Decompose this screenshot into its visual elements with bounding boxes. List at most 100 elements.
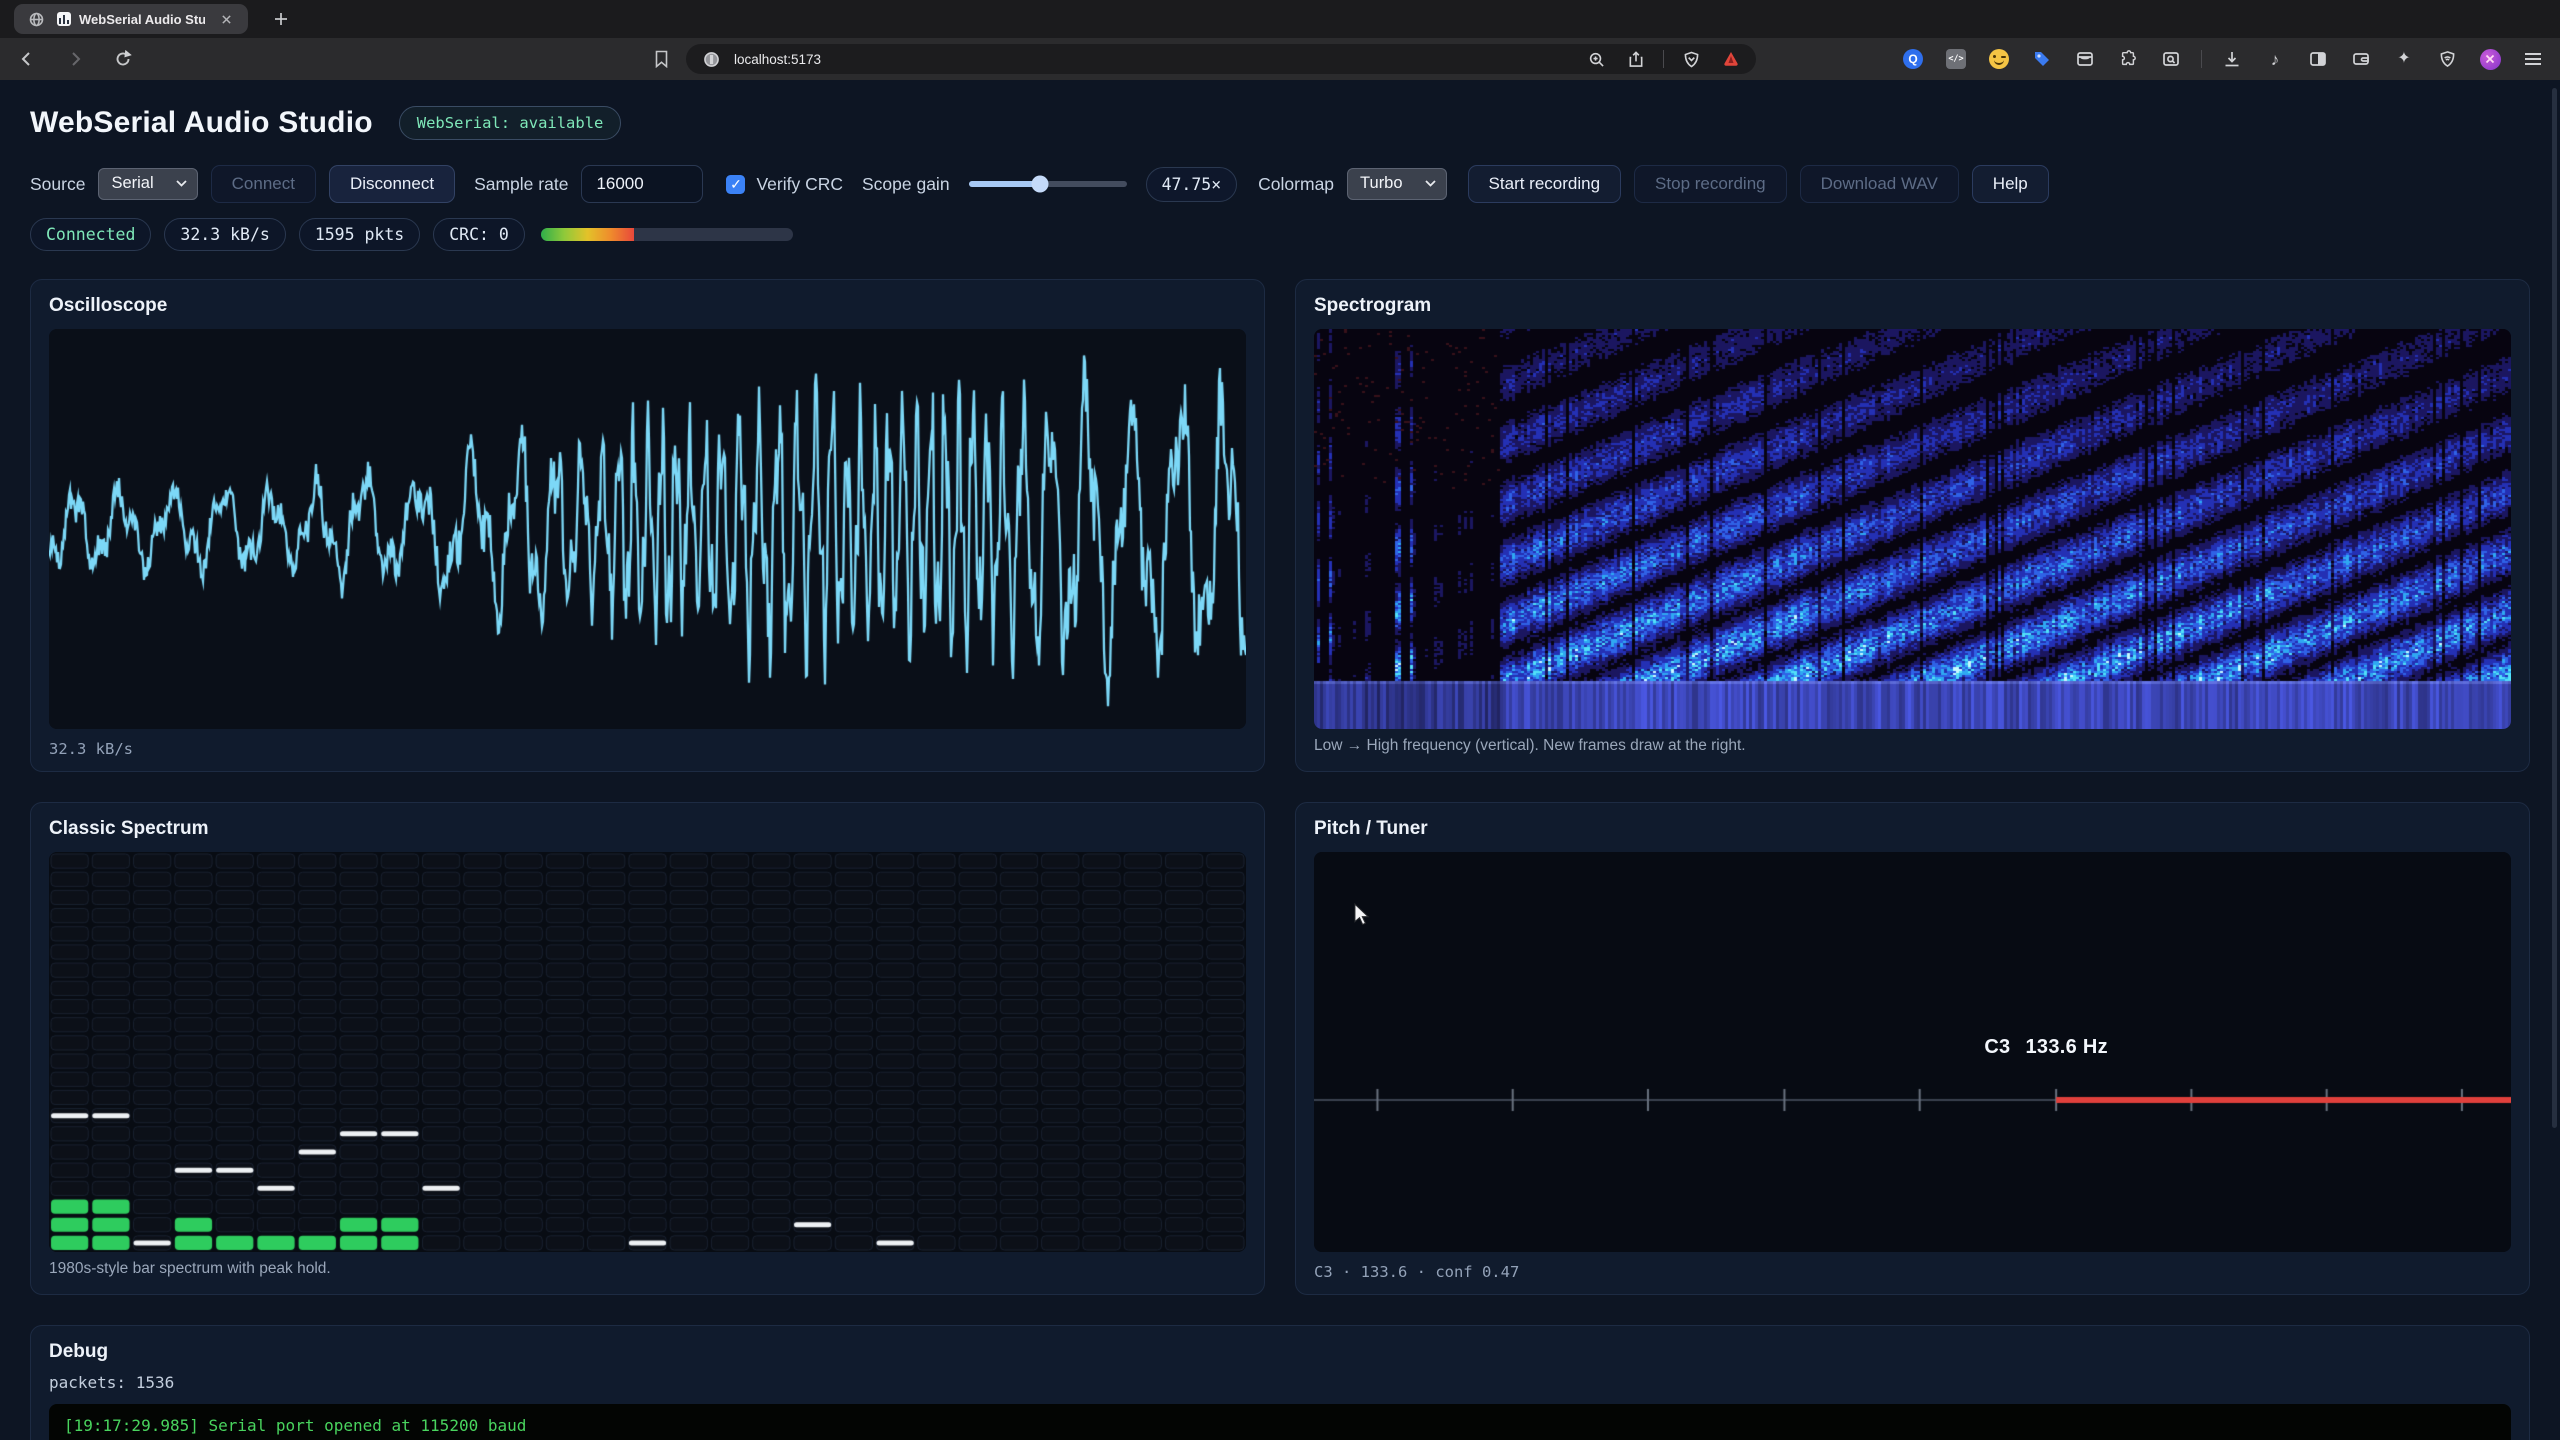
- tab-title: WebSerial Audio Studio: [79, 12, 205, 27]
- crc-badge: CRC: 0: [433, 218, 525, 251]
- menu-icon[interactable]: [2520, 46, 2546, 72]
- pitch-tuner-canvas: [1314, 852, 2511, 1252]
- debug-title: Debug: [49, 1341, 2511, 1363]
- browser-chrome: WebSerial Audio Studio: [0, 0, 2560, 80]
- wallet-icon[interactable]: [2348, 46, 2374, 72]
- scope-gain-value: 47.75×: [1146, 167, 1238, 202]
- brave-rewards-icon[interactable]: [1718, 46, 1744, 72]
- downloads-icon[interactable]: [2219, 46, 2245, 72]
- spectrogram-caption: Low → High frequency (vertical). New fra…: [1314, 737, 2511, 755]
- buffer-meter-fill: [541, 228, 634, 241]
- extensions-strip: Q </> ♪: [1900, 46, 2546, 72]
- sample-rate-input[interactable]: [581, 165, 703, 203]
- spectrogram-canvas-wrap: [1314, 329, 2511, 729]
- zoom-icon[interactable]: [1583, 46, 1609, 72]
- controls-toolbar: Source Serial Connect Disconnect Sample …: [30, 165, 2530, 203]
- spectrogram-title: Spectrogram: [1314, 295, 2511, 317]
- vpn-shield-icon[interactable]: [2434, 46, 2460, 72]
- oscilloscope-title: Oscilloscope: [49, 295, 1246, 317]
- code-extension-icon[interactable]: </>: [1943, 46, 1969, 72]
- scope-gain-label: Scope gain: [862, 174, 950, 195]
- page-scrollbar[interactable]: [2552, 88, 2557, 1128]
- new-tab-icon[interactable]: [268, 6, 294, 32]
- extension-q-icon[interactable]: Q: [1900, 46, 1926, 72]
- classic-spectrum-canvas: [49, 852, 1246, 1252]
- help-button[interactable]: Help: [1972, 165, 2049, 203]
- buffer-meter: [541, 228, 793, 241]
- tuner-note: C3: [1984, 1036, 2010, 1059]
- tab-favicon: [57, 12, 71, 26]
- chevron-down-icon: [176, 180, 187, 187]
- bookmark-icon[interactable]: [648, 46, 674, 72]
- pitch-tuner-title: Pitch / Tuner: [1314, 818, 2511, 840]
- slider-thumb[interactable]: [1031, 176, 1048, 193]
- divider: [1663, 50, 1664, 68]
- browser-tab[interactable]: WebSerial Audio Studio: [14, 4, 248, 34]
- wink-emoji-extension-icon[interactable]: [1986, 46, 2012, 72]
- back-icon[interactable]: [14, 46, 40, 72]
- pitch-tuner-panel: Pitch / Tuner C3 133.6 Hz C3 · 133.6 · c…: [1295, 802, 2530, 1295]
- debug-log[interactable]: [19:17:29.985] Serial port opened at 115…: [49, 1404, 2511, 1440]
- leo-ai-sparkle-icon[interactable]: ✦: [2391, 46, 2417, 72]
- oscilloscope-panel: Oscilloscope 32.3 kB/s: [30, 279, 1265, 772]
- debug-packets: packets: 1536: [49, 1373, 2511, 1392]
- verify-crc-checkbox[interactable]: ✓: [726, 175, 745, 194]
- packet-count-badge: 1595 pkts: [299, 218, 420, 251]
- data-rate-badge: 32.3 kB/s: [164, 218, 285, 251]
- oscilloscope-footer: 32.3 kB/s: [49, 740, 1246, 758]
- spectrogram-panel: Spectrogram Low → High frequency (vertic…: [1295, 279, 2530, 772]
- slider-fill: [969, 181, 1040, 187]
- chevron-down-icon: [1425, 180, 1436, 187]
- debug-panel: Debug packets: 1536 [19:17:29.985] Seria…: [30, 1325, 2530, 1440]
- oscilloscope-canvas-wrap: [49, 329, 1246, 729]
- share-icon[interactable]: [1623, 46, 1649, 72]
- address-bar[interactable]: localhost:5173: [686, 44, 1756, 74]
- divider: [2201, 50, 2202, 68]
- colormap-label: Colormap: [1258, 174, 1334, 195]
- forward-icon[interactable]: [62, 46, 88, 72]
- status-row: Connected 32.3 kB/s 1595 pkts CRC: 0: [30, 218, 2530, 251]
- verify-crc-label: Verify CRC: [756, 174, 843, 195]
- scope-gain-slider[interactable]: [969, 181, 1127, 187]
- pitch-tuner-canvas-wrap: C3 133.6 Hz: [1314, 852, 2511, 1252]
- puzzle-extensions-icon[interactable]: [2115, 46, 2141, 72]
- tag-extension-icon[interactable]: [2029, 46, 2055, 72]
- app-page: WebSerial Audio Studio WebSerial: availa…: [0, 80, 2560, 1440]
- classic-spectrum-caption: 1980s-style bar spectrum with peak hold.: [49, 1260, 1246, 1278]
- sidebar-toggle-icon[interactable]: [2305, 46, 2331, 72]
- brave-shield-icon[interactable]: [1678, 46, 1704, 72]
- site-info-icon[interactable]: [698, 46, 724, 72]
- panel-grid: Oscilloscope 32.3 kB/s Spectrogram Low →…: [30, 279, 2530, 1295]
- connect-button[interactable]: Connect: [211, 165, 316, 203]
- disconnect-button[interactable]: Disconnect: [329, 165, 455, 203]
- url-text: localhost:5173: [734, 52, 1573, 67]
- reload-icon[interactable]: [110, 46, 136, 72]
- oscilloscope-canvas: [49, 329, 1246, 729]
- mouse-cursor: [1352, 903, 1371, 925]
- archive-extension-icon[interactable]: [2072, 46, 2098, 72]
- browser-toolbar: localhost:5173 Q </>: [0, 38, 2560, 80]
- tuner-frequency: 133.6 Hz: [2025, 1036, 2107, 1059]
- source-label: Source: [30, 174, 85, 195]
- tab-globe-icon: [23, 6, 49, 32]
- download-wav-button[interactable]: Download WAV: [1800, 165, 1959, 203]
- debug-log-line: [19:17:29.985] Serial port opened at 115…: [64, 1416, 2496, 1435]
- sample-rate-label: Sample rate: [474, 174, 568, 195]
- colormap-select[interactable]: Turbo: [1347, 168, 1447, 200]
- window-search-icon[interactable]: [2158, 46, 2184, 72]
- tab-strip: WebSerial Audio Studio: [0, 0, 2560, 38]
- start-recording-button[interactable]: Start recording: [1468, 165, 1622, 203]
- app-header: WebSerial Audio Studio WebSerial: availa…: [30, 106, 2530, 140]
- classic-spectrum-title: Classic Spectrum: [49, 818, 1246, 840]
- media-music-icon[interactable]: ♪: [2262, 46, 2288, 72]
- spectrogram-canvas: [1314, 329, 2511, 729]
- tuner-readout: C3 133.6 Hz: [1984, 1036, 2108, 1059]
- pitch-tuner-footer: C3 · 133.6 · conf 0.47: [1314, 1263, 2511, 1281]
- webserial-status-badge: WebSerial: available: [399, 106, 622, 140]
- source-select[interactable]: Serial: [98, 168, 197, 200]
- classic-spectrum-panel: Classic Spectrum 1980s-style bar spectru…: [30, 802, 1265, 1295]
- page-title: WebSerial Audio Studio: [30, 106, 373, 140]
- stop-recording-button[interactable]: Stop recording: [1634, 165, 1787, 203]
- profile-avatar-icon[interactable]: [2477, 46, 2503, 72]
- tab-close-icon[interactable]: [213, 6, 239, 32]
